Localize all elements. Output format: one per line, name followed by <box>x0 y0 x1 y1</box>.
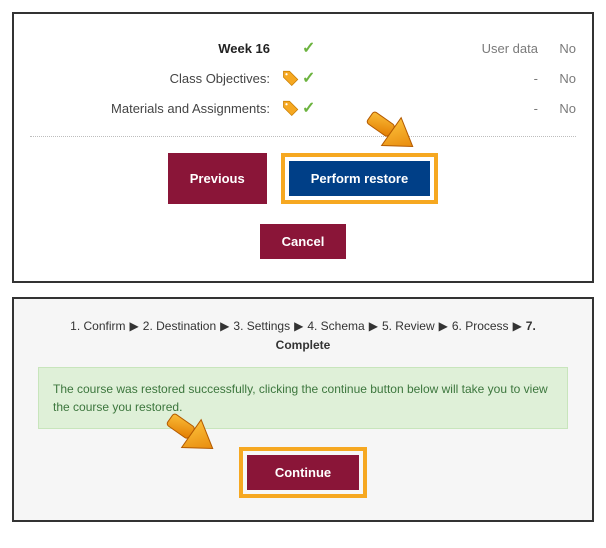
perform-restore-button[interactable]: Perform restore <box>289 161 431 196</box>
highlight-box-perform: Perform restore <box>281 153 439 204</box>
row-label: Materials and Assignments: <box>30 98 280 118</box>
step-separator-icon: ▶ <box>130 319 139 333</box>
check-icon: ✓ <box>302 38 330 58</box>
review-rows: Week 16 ✓ User data No Class Objectives:… <box>30 28 576 128</box>
userdata-value: No <box>548 38 576 58</box>
check-icon: ✓ <box>302 68 330 88</box>
row-materials-assignments: Materials and Assignments: ✓ - No <box>30 98 576 118</box>
userdata-label: User data <box>458 38 548 58</box>
wizard-step: 3. Settings <box>233 319 290 333</box>
step-separator-icon: ▶ <box>439 319 448 333</box>
wizard-step: 4. Schema <box>307 319 364 333</box>
row-label: Class Objectives: <box>30 68 280 88</box>
previous-button[interactable]: Previous <box>168 153 267 204</box>
restore-review-panel: Week 16 ✓ User data No Class Objectives:… <box>12 12 594 283</box>
step-separator-icon: ▶ <box>369 319 378 333</box>
highlight-box-continue: Continue <box>239 447 367 498</box>
label-tag-icon <box>280 68 302 88</box>
wizard-step: 1. Confirm <box>70 319 125 333</box>
continue-button[interactable]: Continue <box>247 455 359 490</box>
restore-complete-panel: 1. Confirm ▶ 2. Destination ▶ 3. Settings ▶ 4.… <box>12 297 594 522</box>
wizard-step: 6. Process <box>452 319 509 333</box>
userdata-value: No <box>548 98 576 118</box>
userdata-label: - <box>458 68 548 88</box>
step-separator-icon: ▶ <box>513 319 522 333</box>
row-week16: Week 16 ✓ User data No <box>30 38 576 58</box>
step-separator-icon: ▶ <box>294 319 303 333</box>
button-row: Previous Perform restore Cancel <box>30 153 576 259</box>
step-separator-icon: ▶ <box>220 319 229 333</box>
wizard-steps: 1. Confirm ▶ 2. Destination ▶ 3. Settings ▶ 4.… <box>43 317 563 355</box>
label-tag-icon <box>280 98 302 118</box>
userdata-value: No <box>548 68 576 88</box>
wizard-step: 2. Destination <box>143 319 216 333</box>
userdata-label: - <box>458 98 548 118</box>
cancel-button[interactable]: Cancel <box>260 224 347 259</box>
divider <box>30 136 576 137</box>
row-label: Week 16 <box>30 38 280 58</box>
check-icon: ✓ <box>302 98 330 118</box>
success-alert: The course was restored successfully, cl… <box>38 367 568 429</box>
continue-row: Continue <box>30 447 576 498</box>
wizard-step: 5. Review <box>382 319 435 333</box>
row-class-objectives: Class Objectives: ✓ - No <box>30 68 576 88</box>
